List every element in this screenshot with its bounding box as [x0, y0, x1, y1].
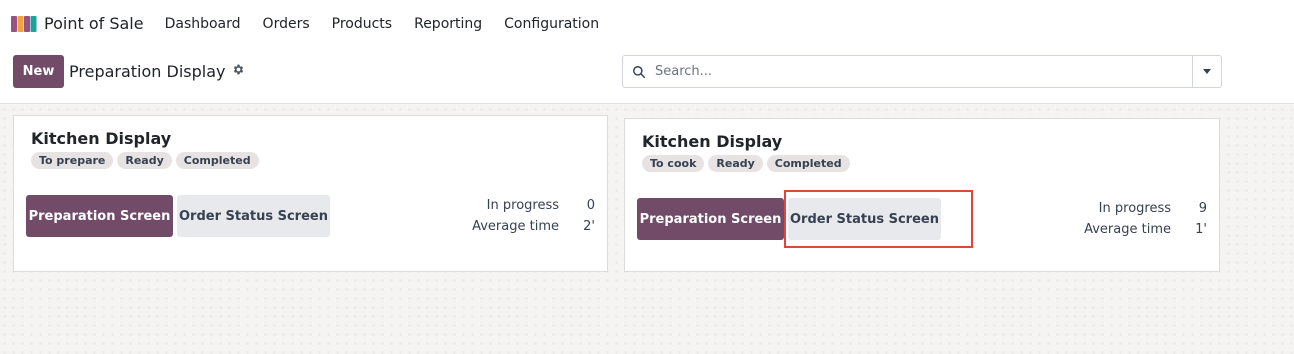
tag-category: Ready	[708, 155, 763, 172]
new-button[interactable]: New	[13, 55, 64, 88]
search-icon	[623, 65, 655, 79]
search-options-toggle[interactable]	[1192, 56, 1221, 87]
stat-row: Average time 1'	[1084, 219, 1207, 240]
tag-category: To cook	[642, 155, 705, 172]
tag-category: Completed	[175, 152, 259, 169]
kitchen-display-card: Kitchen Display To cook Ready Completed …	[624, 118, 1220, 272]
tag-category: Ready	[117, 152, 172, 169]
card-stats: In progress 0 Average time 2'	[472, 195, 595, 237]
order-status-screen-button[interactable]: Order Status Screen	[788, 198, 941, 240]
top-navbar: Point of Sale Dashboard Orders Products …	[0, 0, 1294, 47]
gear-icon[interactable]	[232, 63, 245, 80]
stat-label: Average time	[1084, 222, 1171, 237]
search-input[interactable]	[655, 56, 1192, 87]
stat-value: 2'	[583, 219, 595, 234]
search-bar	[622, 55, 1222, 88]
stat-row: In progress 9	[1084, 198, 1207, 219]
preparation-screen-button[interactable]: Preparation Screen	[26, 195, 173, 237]
menu-item-configuration[interactable]: Configuration	[493, 16, 610, 32]
breadcrumb: Preparation Display	[69, 62, 245, 81]
card-title: Kitchen Display	[31, 129, 172, 148]
tag-category: To prepare	[31, 152, 114, 169]
stat-label: In progress	[486, 198, 559, 213]
menu-item-dashboard[interactable]: Dashboard	[154, 16, 252, 32]
stat-row: Average time 2'	[472, 216, 595, 237]
card-tags: To prepare Ready Completed	[31, 152, 259, 169]
app-brand[interactable]: Point of Sale	[11, 14, 144, 33]
tag-category: Completed	[766, 155, 850, 172]
stat-value: 1'	[1195, 222, 1207, 237]
menu-item-reporting[interactable]: Reporting	[403, 16, 493, 32]
card-stats: In progress 9 Average time 1'	[1084, 198, 1207, 240]
pos-awning-icon	[11, 15, 37, 33]
app-name: Point of Sale	[44, 14, 144, 33]
order-status-screen-button[interactable]: Order Status Screen	[177, 195, 330, 237]
preparation-screen-button[interactable]: Preparation Screen	[637, 198, 784, 240]
stat-value: 0	[586, 198, 595, 213]
menu-item-orders[interactable]: Orders	[252, 16, 321, 32]
main-menu: Dashboard Orders Products Reporting Conf…	[154, 16, 611, 32]
menu-item-products[interactable]: Products	[321, 16, 403, 32]
control-panel: New Preparation Display	[0, 47, 1294, 104]
caret-down-icon	[1203, 69, 1211, 74]
card-tags: To cook Ready Completed	[642, 155, 850, 172]
stat-label: In progress	[1098, 201, 1171, 216]
stat-row: In progress 0	[472, 195, 595, 216]
stat-value: 9	[1198, 201, 1207, 216]
stat-label: Average time	[472, 219, 559, 234]
card-title: Kitchen Display	[642, 132, 783, 151]
page-title: Preparation Display	[69, 62, 226, 81]
kitchen-display-card: Kitchen Display To prepare Ready Complet…	[13, 115, 608, 272]
